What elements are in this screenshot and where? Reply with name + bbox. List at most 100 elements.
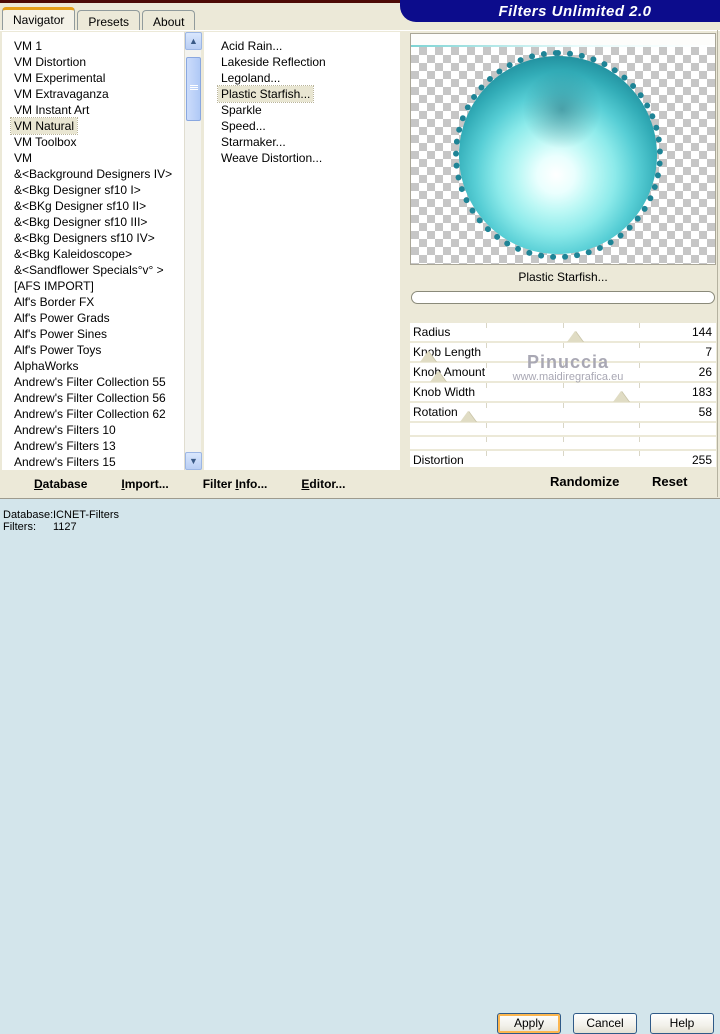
slider-row[interactable]: Knob Length 7 xyxy=(410,343,716,362)
category-label: Andrew's Filters 13 xyxy=(14,439,116,453)
category-scrollbar[interactable]: ▲ ▼ xyxy=(184,32,202,470)
tab-bar: Navigator Presets About xyxy=(2,7,197,30)
category-label: [AFS IMPORT] xyxy=(14,279,94,293)
category-list-item[interactable]: [AFS IMPORT] xyxy=(2,278,184,294)
category-list-item[interactable]: Andrew's Filters 10 xyxy=(2,422,184,438)
category-label: VM Instant Art xyxy=(14,103,90,117)
category-label: Andrew's Filter Collection 56 xyxy=(14,391,166,405)
tab[interactable]: Navigator xyxy=(2,7,76,30)
filter-list-item[interactable]: Acid Rain... xyxy=(204,38,400,54)
category-label: VM 1 xyxy=(14,39,43,53)
menu-button[interactable]: Database xyxy=(34,477,87,491)
category-list-item[interactable]: VM Experimental xyxy=(2,70,184,86)
scroll-up-button[interactable]: ▲ xyxy=(185,32,202,50)
app-title: Filters Unlimited 2.0 xyxy=(498,2,652,20)
randomize-button[interactable]: Randomize xyxy=(550,474,619,489)
filter-label: Plastic Starfish... xyxy=(216,85,315,103)
category-label: AlphaWorks xyxy=(14,359,79,373)
slider-thumb[interactable] xyxy=(567,331,584,342)
category-list-item[interactable]: VM 1 xyxy=(2,38,184,54)
category-list-item[interactable]: VM Natural xyxy=(2,117,184,135)
category-list-item[interactable]: Andrew's Filters 15 xyxy=(2,454,184,470)
progress-bar xyxy=(411,291,715,304)
category-list-item[interactable]: Andrew's Filter Collection 55 xyxy=(2,374,184,390)
filter-list-item[interactable]: Starmaker... xyxy=(204,134,400,150)
slider-row[interactable] xyxy=(410,437,716,449)
scroll-thumb[interactable] xyxy=(186,57,201,121)
scroll-down-button[interactable]: ▼ xyxy=(185,452,202,470)
category-list-item[interactable]: &<Sandflower Specials°v° > xyxy=(2,262,184,278)
parameter-sliders: Radius 144 Knob Length 7 Knob Amount 26 … xyxy=(410,323,716,469)
category-list-item[interactable]: VM xyxy=(2,150,184,166)
slider-value: 58 xyxy=(698,405,712,419)
bottom-menu: Database Import... Filter Info... Editor... xyxy=(0,470,408,497)
slider-value: 26 xyxy=(698,365,712,379)
category-list-item[interactable]: Andrew's Filters 13 xyxy=(2,438,184,454)
cancel-button[interactable]: Cancel xyxy=(573,1013,637,1034)
category-label: Andrew's Filter Collection 62 xyxy=(14,407,166,421)
selected-filter-caption: Plastic Starfish... xyxy=(518,270,608,284)
app-title-banner: Filters Unlimited 2.0 xyxy=(400,0,720,22)
tab[interactable]: About xyxy=(142,10,196,30)
slider-thumb[interactable] xyxy=(420,351,437,362)
slider-thumb[interactable] xyxy=(429,371,446,382)
tab[interactable]: Presets xyxy=(77,10,141,30)
category-list-item[interactable]: VM Instant Art xyxy=(2,102,184,118)
category-list-item[interactable]: AlphaWorks xyxy=(2,358,184,374)
category-list-item[interactable]: &<Bkg Designer sf10 I> xyxy=(2,182,184,198)
filter-list-item[interactable]: Sparkle xyxy=(204,102,400,118)
apply-button[interactable]: Apply xyxy=(497,1013,561,1034)
category-list-item[interactable]: Alf's Power Grads xyxy=(2,310,184,326)
category-label: Andrew's Filters 10 xyxy=(14,423,116,437)
slider-thumb[interactable] xyxy=(613,391,630,402)
filter-list-item[interactable]: Lakeside Reflection xyxy=(204,54,400,70)
category-list-item[interactable]: VM Toolbox xyxy=(2,134,184,150)
slider-row[interactable] xyxy=(410,423,716,435)
filter-list-item[interactable]: Speed... xyxy=(204,118,400,134)
slider-row[interactable]: Rotation 58 xyxy=(410,403,716,422)
tab-label: Presets xyxy=(88,14,130,29)
category-label: Andrew's Filter Collection 55 xyxy=(14,375,166,389)
category-list-item[interactable]: Alf's Power Toys xyxy=(2,342,184,358)
filter-list-item[interactable]: Legoland... xyxy=(204,70,400,86)
slider-value: 7 xyxy=(705,345,712,359)
help-button[interactable]: Help xyxy=(650,1013,714,1034)
category-list-item[interactable]: Alf's Power Sines xyxy=(2,326,184,342)
filter-label: Lakeside Reflection xyxy=(221,55,326,69)
menu-button[interactable]: Import... xyxy=(121,477,168,491)
category-list-item[interactable]: VM Distortion xyxy=(2,54,184,70)
category-label: Alf's Power Grads xyxy=(14,311,110,325)
filter-label: Sparkle xyxy=(221,103,262,117)
category-list-item[interactable]: Andrew's Filter Collection 62 xyxy=(2,406,184,422)
category-label: VM Distortion xyxy=(14,55,87,69)
category-label: Alf's Power Sines xyxy=(14,327,107,341)
category-label: VM Toolbox xyxy=(14,135,77,149)
slider-thumb[interactable] xyxy=(460,411,477,422)
filter-list: Acid Rain... Lakeside Reflection Legolan… xyxy=(204,32,400,470)
category-list-item[interactable]: &<Bkg Kaleidoscope> xyxy=(2,246,184,262)
filters-label: Filters: xyxy=(3,521,36,533)
slider-row[interactable]: Knob Amount 26 xyxy=(410,363,716,382)
category-list-item[interactable]: &<Bkg Designer sf10 III> xyxy=(2,214,184,230)
menu-button[interactable]: Filter Info... xyxy=(203,477,268,491)
category-list-item[interactable]: Alf's Border FX xyxy=(2,294,184,310)
filter-label: Starmaker... xyxy=(221,135,286,149)
slider-row[interactable]: Distortion 255 xyxy=(410,451,716,467)
filters-value: 1127 xyxy=(53,521,77,533)
category-label: &<Background Designers IV> xyxy=(14,167,173,181)
category-list-item[interactable]: &<Bkg Designers sf10 IV> xyxy=(2,230,184,246)
reset-button[interactable]: Reset xyxy=(652,474,687,489)
preview-image[interactable] xyxy=(411,47,715,264)
filter-list-item[interactable]: Weave Distortion... xyxy=(204,150,400,166)
tab-label: Navigator xyxy=(13,13,65,27)
filter-list-item[interactable]: Plastic Starfish... xyxy=(204,85,400,103)
slider-row[interactable]: Knob Width 183 xyxy=(410,383,716,402)
category-list-item[interactable]: &<Background Designers IV> xyxy=(2,166,184,182)
slider-row[interactable]: Radius 144 xyxy=(410,323,716,342)
menu-button[interactable]: Editor... xyxy=(301,477,345,491)
category-list-item[interactable]: Andrew's Filter Collection 56 xyxy=(2,390,184,406)
category-list-item[interactable]: VM Extravaganza xyxy=(2,86,184,102)
category-label: VM Experimental xyxy=(14,71,106,85)
category-label: Andrew's Filters 15 xyxy=(14,455,116,469)
category-list-item[interactable]: &<BKg Designer sf10 II> xyxy=(2,198,184,214)
